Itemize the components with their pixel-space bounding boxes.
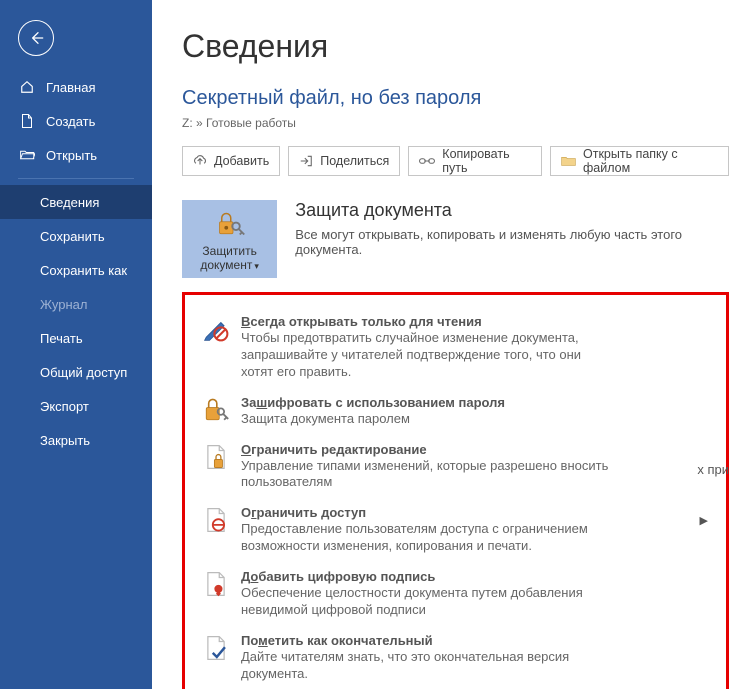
- truncated-text: х при: [697, 462, 729, 477]
- section-title: Защита документа: [295, 200, 729, 221]
- menu-desc: Защита документа паролем: [241, 411, 505, 428]
- sidebar-separator: [18, 178, 134, 179]
- back-button[interactable]: [18, 20, 54, 56]
- menu-item-readonly[interactable]: Всегда открывать только для чтения Чтобы…: [199, 307, 712, 388]
- sidebar-item-label: Общий доступ: [40, 365, 127, 380]
- document-title: Секретный файл, но без пароля: [182, 87, 729, 110]
- sidebar-item-label: Сохранить как: [40, 263, 127, 278]
- encrypt-icon: [203, 397, 229, 423]
- home-icon: [18, 80, 36, 94]
- sidebar-item-save[interactable]: Сохранить: [0, 219, 152, 253]
- menu-title: Добавить цифровую подпись: [241, 569, 611, 584]
- sidebar-item-history[interactable]: Журнал: [0, 287, 152, 321]
- main-panel: Сведения Секретный файл, но без пароля Z…: [152, 0, 749, 689]
- restrict-edit-icon: [203, 444, 229, 470]
- app-root: Главная Создать Открыть Сведения Сохрани…: [0, 0, 749, 689]
- menu-title: Ограничить доступ: [241, 505, 611, 520]
- sidebar-item-new[interactable]: Создать: [0, 104, 152, 138]
- menu-title: Пометить как окончательный: [241, 633, 611, 648]
- share-icon: [299, 154, 313, 168]
- protect-document-button[interactable]: Защитить документ▾: [182, 200, 277, 278]
- menu-item-mark-final[interactable]: Пометить как окончательный Дайте читател…: [199, 626, 712, 689]
- menu-title: Ограничить редактирование: [241, 442, 611, 457]
- menu-desc: Дайте читателям знать, что это окончател…: [241, 649, 611, 683]
- mark-final-icon: [203, 635, 229, 661]
- protect-section-text: Защита документа Все могут открывать, ко…: [295, 200, 729, 257]
- back-arrow-icon: [28, 30, 44, 46]
- button-label: Поделиться: [320, 154, 389, 168]
- chevron-down-icon: ▾: [254, 261, 259, 271]
- link-icon: [419, 154, 435, 168]
- copy-path-button[interactable]: Копировать путь: [408, 146, 542, 176]
- sidebar-item-label: Главная: [46, 80, 95, 95]
- sidebar-item-label: Сохранить: [40, 229, 105, 244]
- protect-line2: документ: [200, 258, 252, 272]
- readonly-icon: [203, 316, 229, 342]
- button-label: Добавить: [214, 154, 269, 168]
- open-folder-icon: [18, 149, 36, 161]
- upload-button[interactable]: Добавить: [182, 146, 280, 176]
- button-label: Копировать путь: [442, 147, 531, 175]
- protect-section: Защитить документ▾ Защита документа Все …: [182, 200, 729, 278]
- new-doc-icon: [18, 114, 36, 128]
- menu-desc: Управление типами изменений, которые раз…: [241, 458, 611, 492]
- sidebar-item-print[interactable]: Печать: [0, 321, 152, 355]
- menu-desc: Чтобы предотвратить случайное изменение …: [241, 330, 611, 381]
- protect-menu: Всегда открывать только для чтения Чтобы…: [182, 292, 729, 689]
- chevron-right-icon: ▶: [700, 514, 708, 527]
- menu-item-restrict-access[interactable]: Ограничить доступ Предоставление пользов…: [199, 498, 712, 562]
- signature-icon: [203, 571, 229, 597]
- protect-line1: Защитить: [202, 244, 256, 258]
- menu-title: Всегда открывать только для чтения: [241, 314, 611, 329]
- sidebar: Главная Создать Открыть Сведения Сохрани…: [0, 0, 152, 689]
- menu-item-encrypt[interactable]: Зашифровать с использованием пароля Защи…: [199, 388, 712, 435]
- menu-item-digital-signature[interactable]: Добавить цифровую подпись Обеспечение це…: [199, 562, 712, 626]
- upload-icon: [193, 154, 207, 168]
- sidebar-item-label: Экспорт: [40, 399, 89, 414]
- lock-key-icon: [215, 211, 245, 240]
- sidebar-item-label: Закрыть: [40, 433, 90, 448]
- share-button[interactable]: Поделиться: [288, 146, 400, 176]
- button-label: Открыть папку с файлом: [583, 147, 718, 175]
- restrict-access-icon: [203, 507, 229, 533]
- sidebar-item-saveas[interactable]: Сохранить как: [0, 253, 152, 287]
- toolbar: Добавить Поделиться Копировать путь Откр…: [182, 146, 729, 176]
- menu-item-restrict-edit[interactable]: Ограничить редактирование Управление тип…: [199, 435, 712, 499]
- sidebar-item-home[interactable]: Главная: [0, 70, 152, 104]
- sidebar-item-export[interactable]: Экспорт: [0, 389, 152, 423]
- sidebar-item-label: Открыть: [46, 148, 97, 163]
- document-path: Z: » Готовые работы: [182, 116, 729, 130]
- page-title: Сведения: [182, 28, 729, 65]
- sidebar-item-label: Печать: [40, 331, 83, 346]
- sidebar-item-label: Журнал: [40, 297, 87, 312]
- sidebar-item-close[interactable]: Закрыть: [0, 423, 152, 457]
- open-folder-button[interactable]: Открыть папку с файлом: [550, 146, 729, 176]
- menu-desc: Обеспечение целостности документа путем …: [241, 585, 611, 619]
- sidebar-item-label: Сведения: [40, 195, 99, 210]
- section-desc: Все могут открывать, копировать и изменя…: [295, 227, 729, 257]
- sidebar-item-share[interactable]: Общий доступ: [0, 355, 152, 389]
- sidebar-item-label: Создать: [46, 114, 95, 129]
- sidebar-item-open[interactable]: Открыть: [0, 138, 152, 172]
- menu-title: Зашифровать с использованием пароля: [241, 395, 505, 410]
- menu-desc: Предоставление пользователям доступа с о…: [241, 521, 611, 555]
- sidebar-item-info[interactable]: Сведения: [0, 185, 152, 219]
- folder-icon: [561, 155, 576, 167]
